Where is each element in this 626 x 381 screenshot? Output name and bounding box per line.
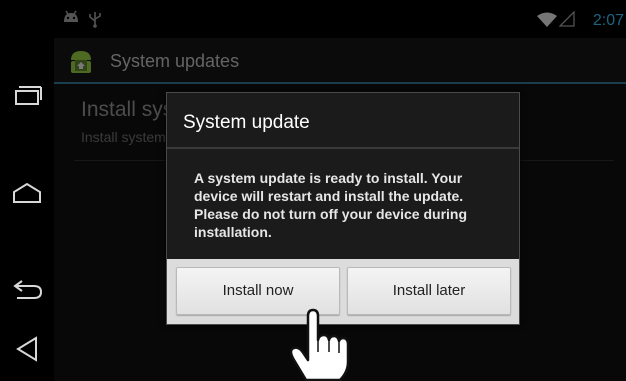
back-icon <box>13 280 43 299</box>
volume-button[interactable] <box>8 334 46 364</box>
home-icon <box>13 182 41 203</box>
navigation-rail <box>0 0 54 381</box>
system-update-dialog: System update A system update is ready t… <box>166 92 520 325</box>
home-button[interactable] <box>8 178 46 208</box>
install-later-button[interactable]: Install later <box>347 267 511 315</box>
volume-icon <box>16 336 37 362</box>
recent-apps-button[interactable] <box>8 82 46 112</box>
dialog-message: A system update is ready to install. You… <box>194 170 468 240</box>
hand-pointer-icon <box>282 306 356 381</box>
back-button[interactable] <box>8 273 46 303</box>
recent-apps-icon <box>15 86 42 105</box>
dialog-title: System update <box>183 112 310 133</box>
screen: 2:07 System updates Install system updat… <box>54 0 626 381</box>
dialog-title-divider <box>167 147 519 149</box>
device-frame: 2:07 System updates Install system updat… <box>0 0 626 381</box>
